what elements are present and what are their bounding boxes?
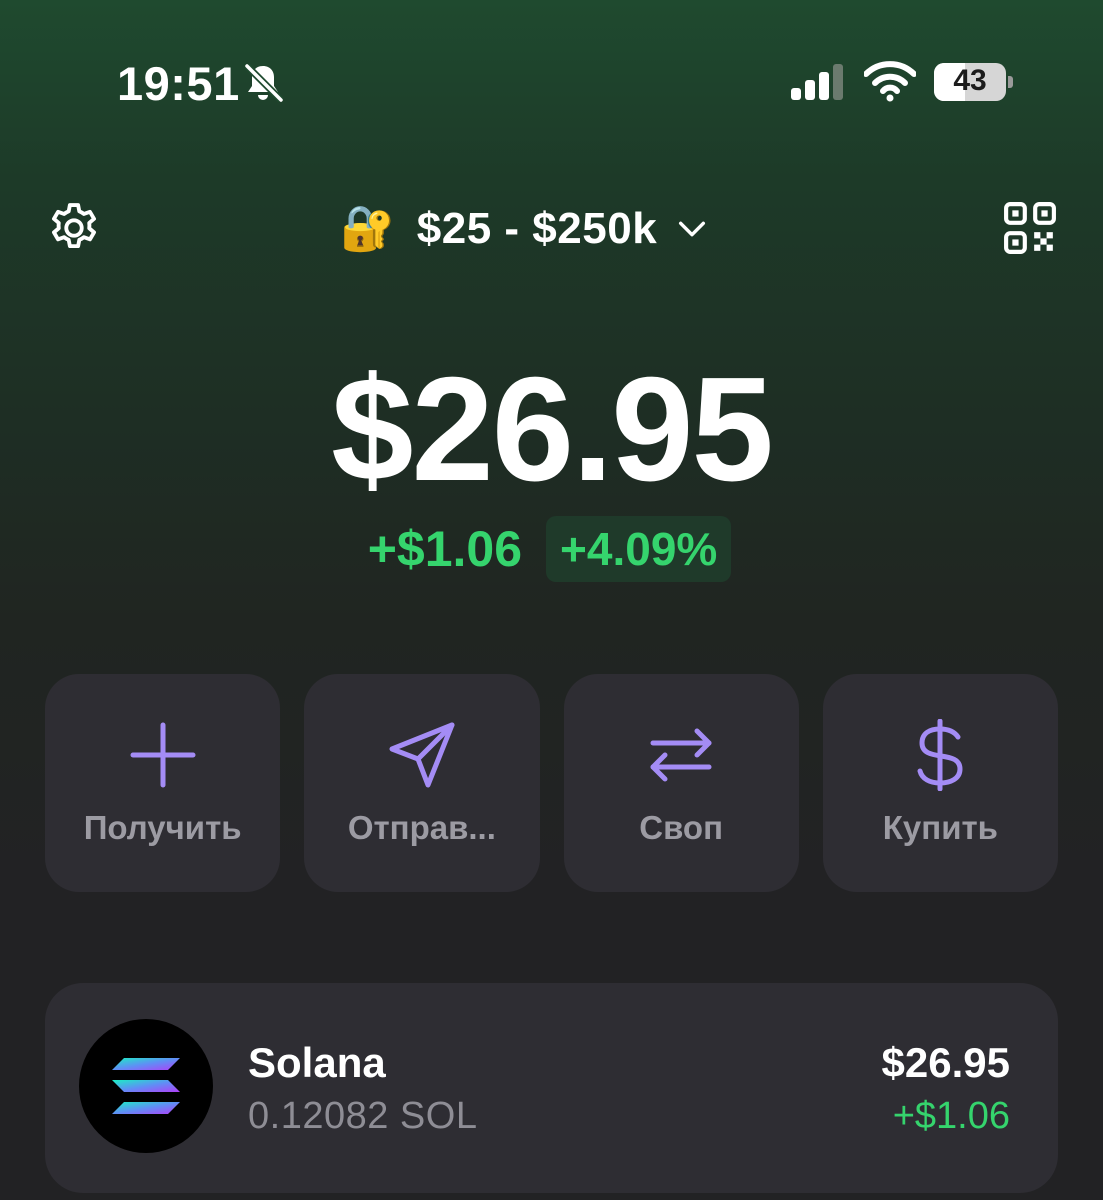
account-selector[interactable]: 🔐 $25 - $250k — [340, 198, 709, 260]
swap-icon — [650, 728, 712, 782]
send-button[interactable]: Отправ... — [304, 674, 540, 892]
gear-icon — [52, 203, 96, 249]
receive-button[interactable]: Получить — [45, 674, 281, 892]
token-amount: 0.12082 SOL — [248, 1095, 478, 1137]
send-icon — [389, 722, 455, 788]
buy-button[interactable]: Купить — [822, 674, 1058, 892]
bell-slash-icon — [244, 63, 284, 103]
qr-code-icon — [1004, 202, 1056, 254]
token-change: +$1.06 — [892, 1095, 1010, 1137]
total-balance: $26.95 — [331, 347, 774, 512]
qr-code-button[interactable] — [1000, 200, 1060, 256]
wifi-icon — [864, 61, 916, 102]
battery-tip — [1008, 76, 1013, 88]
balance-change-percent-badge: +4.09% — [546, 516, 732, 582]
account-name: $25 - $250k — [416, 204, 658, 253]
balance-change-amount: +$1.06 — [367, 521, 523, 577]
lock-key-icon: 🔐 — [340, 204, 395, 253]
battery-icon: 43 — [934, 63, 1014, 101]
status-time: 19:51 — [117, 57, 240, 110]
token-name: Solana — [248, 1039, 386, 1086]
plus-icon — [130, 722, 196, 788]
swap-button[interactable]: Своп — [563, 674, 799, 892]
chevron-down-icon — [679, 221, 706, 237]
receive-label: Получить — [83, 809, 242, 846]
status-bar: 19:51 43 — [0, 0, 1103, 165]
settings-button[interactable] — [44, 198, 104, 258]
buy-label: Купить — [882, 809, 998, 846]
solana-logo-icon — [79, 1019, 213, 1153]
token-value: $26.95 — [881, 1039, 1010, 1086]
cellular-signal-icon — [791, 64, 843, 100]
action-buttons: Получить Отправ... Своп Купить — [45, 674, 1058, 892]
swap-label: Своп — [639, 809, 724, 846]
balance-change-row: +$1.06 +4.09% — [0, 516, 1103, 582]
dollar-icon — [917, 719, 963, 791]
token-row-solana[interactable]: Solana 0.12082 SOL $26.95 +$1.06 — [45, 983, 1058, 1193]
send-label: Отправ... — [347, 809, 496, 846]
battery-level: 43 — [953, 64, 987, 97]
